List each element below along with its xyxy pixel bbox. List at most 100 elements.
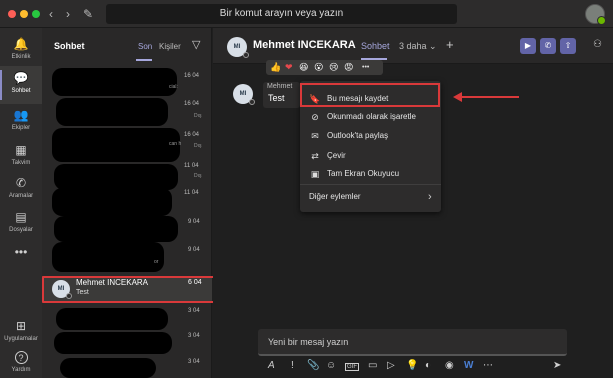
app-rail: 🔔 Etkinlik 💬 Sohbet 👥 Ekipler ▦ Takvim ✆… [0, 28, 42, 378]
format-icon[interactable]: A [268, 360, 275, 371]
avatar-initials: MI [233, 44, 241, 50]
chat-icon: 💬 [13, 71, 29, 85]
presence-icon [243, 52, 249, 58]
redacted-chat-item[interactable] [54, 332, 172, 354]
title-bar: ‹ › ✎ Bir komut arayın veya yazın [0, 0, 613, 28]
rail-label: Sohbet [11, 88, 31, 94]
menu-item-share-outlook[interactable]: ✉ Outlook'ta paylaş [300, 127, 441, 145]
redacted-chat-item[interactable] [52, 128, 180, 162]
sad-reaction-icon[interactable]: 😢 [329, 61, 338, 74]
rail-item-chat[interactable]: 💬 Sohbet [0, 66, 42, 104]
message-compose-input[interactable]: Yeni bir mesaj yazın [258, 329, 567, 356]
rail-item-files[interactable]: ▤ Dosyalar [0, 205, 42, 243]
like-reaction-icon[interactable]: 👍 [270, 61, 281, 74]
more-tabs-button[interactable]: 3 daha ⌄ [399, 41, 437, 52]
more-tabs-label: 3 daha [399, 41, 427, 51]
chat-list-panel: Sohbet Son Kişiler ▽ cial: can h or 16 0… [42, 28, 212, 378]
share-screen-button[interactable]: ⇧ [560, 38, 576, 54]
selected-chat-highlight [42, 276, 217, 303]
close-window-button[interactable] [8, 10, 16, 18]
translate-icon: ⇄ [311, 151, 319, 161]
redacted-chat-item[interactable] [54, 164, 178, 190]
rail-item-activity[interactable]: 🔔 Etkinlik [0, 32, 42, 70]
word-icon[interactable]: W [464, 360, 473, 371]
chat-title: Mehmet INCEKARA [253, 39, 356, 51]
presence-icon [249, 99, 255, 105]
more-icon[interactable]: ⋯ [483, 360, 493, 371]
chat-snippet: cial: [169, 84, 178, 90]
redacted-chat-item[interactable] [54, 216, 178, 242]
avatar-initials: MI [239, 91, 247, 97]
rail-item-calls[interactable]: ✆ Aramalar [0, 171, 42, 209]
redacted-chat-item[interactable] [60, 358, 156, 378]
rail-item-teams[interactable]: 👥 Ekipler [0, 103, 42, 141]
external-label: Dış [194, 113, 202, 119]
emoji-icon[interactable]: ☺ [326, 360, 336, 371]
laugh-reaction-icon[interactable]: 😆 [299, 61, 308, 74]
redacted-chat-item[interactable] [52, 188, 172, 216]
app-icon[interactable]: ◉ [445, 360, 454, 371]
rail-label: Aramalar [8, 193, 34, 199]
forward-icon[interactable]: › [60, 5, 76, 23]
redacted-chat-item[interactable] [56, 308, 168, 330]
compose-icon[interactable]: ✎ [80, 5, 96, 23]
external-label: Dış [194, 173, 202, 179]
redacted-chat-item[interactable] [56, 98, 168, 126]
maximize-window-button[interactable] [32, 10, 40, 18]
save-message-highlight [300, 83, 440, 107]
menu-item-mark-unread[interactable]: ⊘ Okunmadı olarak işaretle [300, 108, 441, 126]
external-label: Dış [194, 143, 202, 149]
video-call-button[interactable]: ▶ [520, 38, 536, 54]
teams-window: ‹ › ✎ Bir komut arayın veya yazın 🔔 Etki… [0, 0, 613, 378]
filter-icon[interactable]: ▽ [192, 38, 200, 51]
menu-item-label: Outlook'ta paylaş [327, 131, 389, 140]
message-text: Test [268, 93, 285, 103]
redacted-chat-item[interactable] [52, 68, 177, 96]
more-options-icon[interactable]: ••• [362, 61, 369, 74]
chat-date: 3 04 [188, 359, 200, 365]
apps-icon: ⊞ [15, 319, 27, 333]
menu-item-translate[interactable]: ⇄ Çevir [300, 147, 441, 165]
rail-label: Uygulamalar [4, 336, 38, 342]
tab-contacts[interactable]: Kişiler [159, 42, 181, 51]
gif-icon[interactable]: GIF [345, 363, 359, 371]
meet-icon[interactable]: ▷ [387, 360, 395, 371]
mail-icon: ✉ [311, 131, 319, 141]
attach-icon[interactable]: 📎 [307, 360, 319, 371]
tab-chat[interactable]: Sohbet [361, 41, 390, 60]
command-search-input[interactable]: Bir komut arayın veya yazın [106, 4, 457, 24]
add-tab-icon[interactable]: + [446, 37, 454, 52]
chat-date: 11 04 [184, 190, 199, 196]
unread-icon: ⊘ [311, 112, 319, 122]
rail-item-help[interactable]: ? Yardım [0, 346, 42, 378]
redacted-chat-item[interactable] [52, 242, 164, 272]
menu-item-label: Tam Ekran Okuyucu [327, 169, 400, 178]
files-icon: ▤ [15, 210, 27, 224]
rail-label: Dosyalar [9, 227, 33, 233]
stream-icon[interactable]: ◐ [425, 360, 431, 371]
surprised-reaction-icon[interactable]: 😮 [314, 61, 323, 74]
tab-recent[interactable]: Son [135, 42, 153, 61]
important-icon[interactable]: ! [291, 360, 294, 371]
chat-list-header: Sohbet Son Kişiler ▽ [42, 28, 212, 64]
rail-label: Etkinlik [11, 54, 31, 60]
sticker-icon[interactable]: ▭ [368, 360, 377, 371]
chat-list-title: Sohbet [54, 41, 85, 51]
phone-icon: ✆ [15, 176, 27, 190]
audio-call-button[interactable]: ✆ [540, 38, 556, 54]
angry-reaction-icon[interactable]: 😡 [344, 61, 353, 74]
pointer-arrow [453, 92, 519, 102]
menu-divider [300, 184, 441, 185]
minimize-window-button[interactable] [20, 10, 28, 18]
menu-item-immersive-reader[interactable]: ▣ Tam Ekran Okuyucu [300, 165, 441, 183]
menu-item-label: Okunmadı olarak işaretle [327, 112, 416, 121]
praise-icon[interactable]: 💡 [406, 360, 418, 371]
rail-item-more[interactable]: ••• [0, 240, 42, 278]
menu-item-more-actions[interactable]: Diğer eylemler › [300, 188, 441, 206]
heart-reaction-icon[interactable]: ❤ [285, 61, 293, 74]
chat-date: 11 04 [184, 163, 199, 169]
add-people-icon[interactable]: ⚇ [593, 39, 602, 50]
profile-avatar[interactable] [585, 4, 606, 25]
back-icon[interactable]: ‹ [43, 5, 59, 23]
send-icon[interactable]: ➤ [553, 360, 561, 371]
